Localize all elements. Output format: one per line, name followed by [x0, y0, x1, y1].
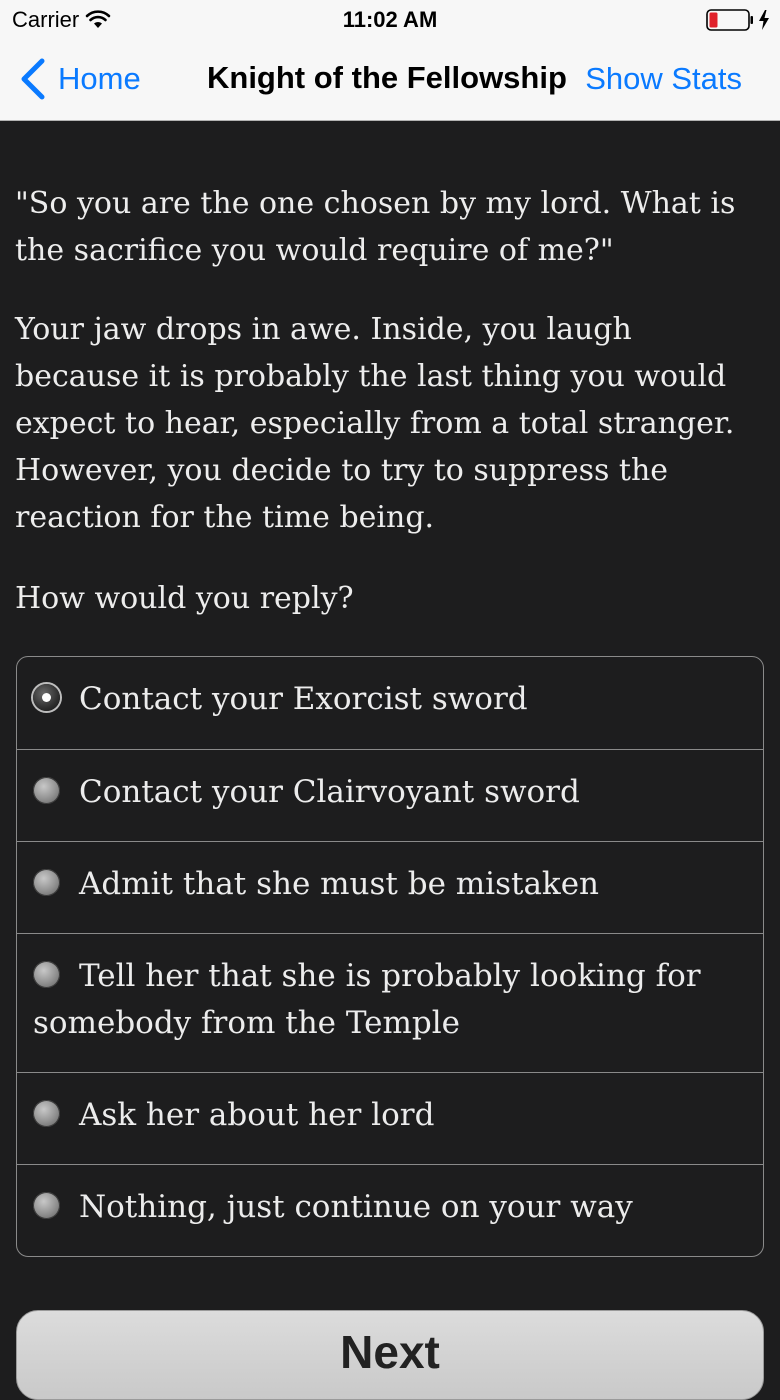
choice-option[interactable]: Contact your Clairvoyant sword [17, 749, 763, 841]
story-paragraph: "So you are the one chosen by my lord. W… [15, 186, 736, 268]
chevron-left-icon [21, 58, 45, 100]
radio-unselected-icon[interactable] [33, 869, 60, 896]
choice-label: Tell her that she is probably looking fo… [33, 958, 701, 1041]
battery-indicator [706, 9, 770, 31]
choice-option[interactable]: Contact your Exorcist sword [17, 657, 763, 749]
choice-label: Nothing, just continue on your way [79, 1189, 633, 1225]
choice-list: Contact your Exorcist sword Contact your… [16, 656, 764, 1257]
navigation-bar: Home Knight of the Fellowship Show Stats [0, 40, 780, 121]
choice-option[interactable]: Nothing, just continue on your way [17, 1164, 763, 1256]
status-time: 11:02 AM [342, 7, 438, 32]
choice-label: Admit that she must be mistaken [79, 866, 600, 902]
page-title: Knight of the Fellowship [207, 60, 567, 95]
charging-bolt-icon [759, 10, 769, 30]
choice-label: Ask her about her lord [79, 1097, 435, 1133]
choice-option[interactable]: Ask her about her lord [17, 1072, 763, 1164]
battery-icon [706, 9, 753, 31]
home-back-button[interactable]: Home [18, 58, 141, 100]
choice-label: Contact your Exorcist sword [79, 681, 528, 717]
radio-unselected-icon[interactable] [33, 777, 60, 804]
question-prompt: How would you reply? [15, 581, 354, 616]
status-bar: Carrier 11:02 AM [0, 0, 780, 40]
choice-option[interactable]: Admit that she must be mistaken [17, 841, 763, 933]
choice-option[interactable]: Tell her that she is probably looking fo… [17, 933, 763, 1072]
radio-unselected-icon[interactable] [33, 961, 60, 988]
radio-unselected-icon[interactable] [33, 1192, 60, 1219]
story-paragraph: Your jaw drops in awe. Inside, you laugh… [15, 312, 735, 535]
back-button-label: Home [58, 61, 141, 96]
radio-selected-icon[interactable] [33, 684, 60, 711]
show-stats-button[interactable]: Show Stats [585, 61, 742, 97]
choice-label: Contact your Clairvoyant sword [79, 774, 580, 810]
radio-unselected-icon[interactable] [33, 1100, 60, 1127]
